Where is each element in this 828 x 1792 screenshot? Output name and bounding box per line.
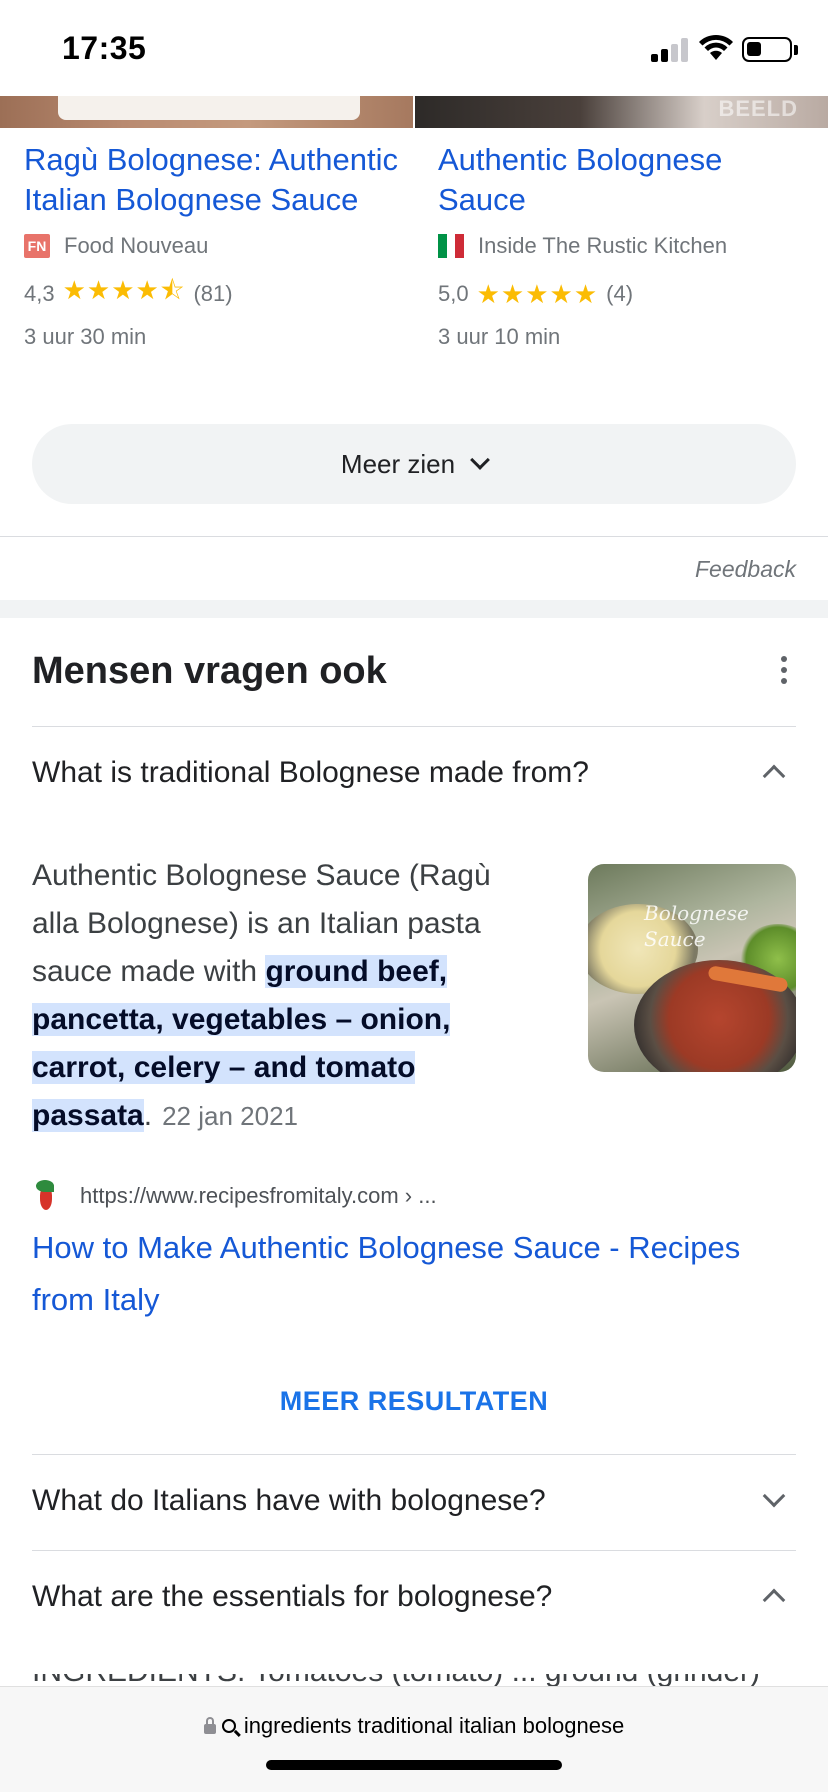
status-time: 17:35 [62, 30, 147, 66]
question-text: What do Italians have with bolognese? [32, 1484, 546, 1517]
chevron-down-icon [762, 1484, 786, 1508]
recipe-card[interactable]: Ragù Bolognese: Authentic Italian Bologn… [24, 140, 424, 350]
question-row[interactable]: What do Italians have with bolognese? [32, 1484, 796, 1518]
star-rating-icon: ★★★★★ [476, 278, 599, 309]
chevron-up-icon [762, 1588, 786, 1612]
answer-punctuation: . [143, 1099, 153, 1132]
star-rating-icon: ★★★★⯪ [62, 275, 186, 305]
question-text: What is traditional Bolognese made from? [32, 756, 589, 789]
recipe-rating: 5,0 ★★★★★ (4) [438, 278, 818, 309]
result-site[interactable]: https://www.recipesfromitaly.com › ... [32, 1180, 437, 1212]
recipe-time: 3 uur 30 min [24, 324, 147, 349]
italian-flag-icon [438, 234, 465, 258]
cellular-signal-icon [651, 38, 689, 62]
rating-value: 5,0 [438, 281, 469, 306]
answer-image[interactable]: Bolognese Sauce [588, 864, 796, 1072]
question-row[interactable]: What are the essentials for bolognese? [32, 1580, 796, 1614]
lock-icon [203, 1717, 216, 1734]
food-nouveau-logo-icon: FN [24, 234, 50, 258]
address-query: ingredients traditional italian bolognes… [243, 1713, 625, 1738]
section-divider [0, 536, 828, 537]
recipe-title-link[interactable]: Authentic Bolognese Sauce [438, 140, 818, 220]
people-also-ask-title: Mensen vragen ook [32, 650, 387, 692]
rating-value: 4,3 [24, 281, 55, 306]
address-field[interactable]: ingredients traditional italian bolognes… [0, 1713, 828, 1739]
recipe-source: FN Food Nouveau [24, 232, 424, 260]
question-text: What are the essentials for bolognese? [32, 1580, 553, 1613]
chevron-down-icon [470, 450, 490, 470]
home-indicator[interactable] [266, 1760, 562, 1770]
search-icon [221, 1719, 236, 1733]
chevron-up-icon [762, 764, 786, 788]
status-bar: 17:35 [0, 0, 828, 96]
recipe-source-name: Food Nouveau [64, 233, 209, 258]
review-count: (4) [606, 281, 634, 306]
battery-tip [794, 45, 798, 55]
recipe-card[interactable]: Authentic Bolognese Sauce Inside The Rus… [438, 140, 818, 350]
question-row[interactable]: What is traditional Bolognese made from? [32, 756, 796, 790]
answer-image-caption: Bolognese Sauce [644, 901, 749, 951]
wifi-icon [699, 34, 733, 60]
recipe-rating: 4,3 ★★★★⯪ (81) [24, 275, 424, 308]
result-url: https://www.recipesfromitaly.com › ... [80, 1183, 437, 1208]
divider [32, 726, 796, 727]
section-gap [0, 600, 828, 618]
answer-snippet: Authentic Bolognese Sauce (Ragù alla Bol… [32, 852, 532, 1140]
feedback-link[interactable]: Feedback [695, 556, 796, 583]
show-more-label: Meer zien [340, 448, 456, 479]
more-results-button[interactable]: MEER RESULTATEN [0, 1386, 828, 1417]
battery-icon [742, 37, 792, 62]
recipe-source: Inside The Rustic Kitchen [438, 232, 818, 260]
divider [32, 1454, 796, 1455]
recipe-title-link[interactable]: Ragù Bolognese: Authentic Italian Bologn… [24, 140, 424, 220]
recipe-time: 3 uur 10 min [438, 324, 561, 349]
show-more-button[interactable]: Meer zien [32, 424, 796, 504]
recipe-image-food-nouveau[interactable] [0, 96, 413, 128]
recipe-image-rustic-kitchen[interactable]: BEELD [415, 96, 828, 128]
answer-date: 22 jan 2021 [162, 1101, 298, 1131]
browser-address-bar[interactable]: ingredients traditional italian bolognes… [0, 1686, 828, 1792]
review-count: (81) [193, 281, 233, 306]
more-options-icon[interactable] [780, 656, 788, 686]
pepper-favicon-icon [32, 1180, 60, 1212]
recipe-source-name: Inside The Rustic Kitchen [478, 233, 728, 258]
result-title-link[interactable]: How to Make Authentic Bolognese Sauce - … [32, 1222, 796, 1326]
divider [32, 1550, 796, 1551]
